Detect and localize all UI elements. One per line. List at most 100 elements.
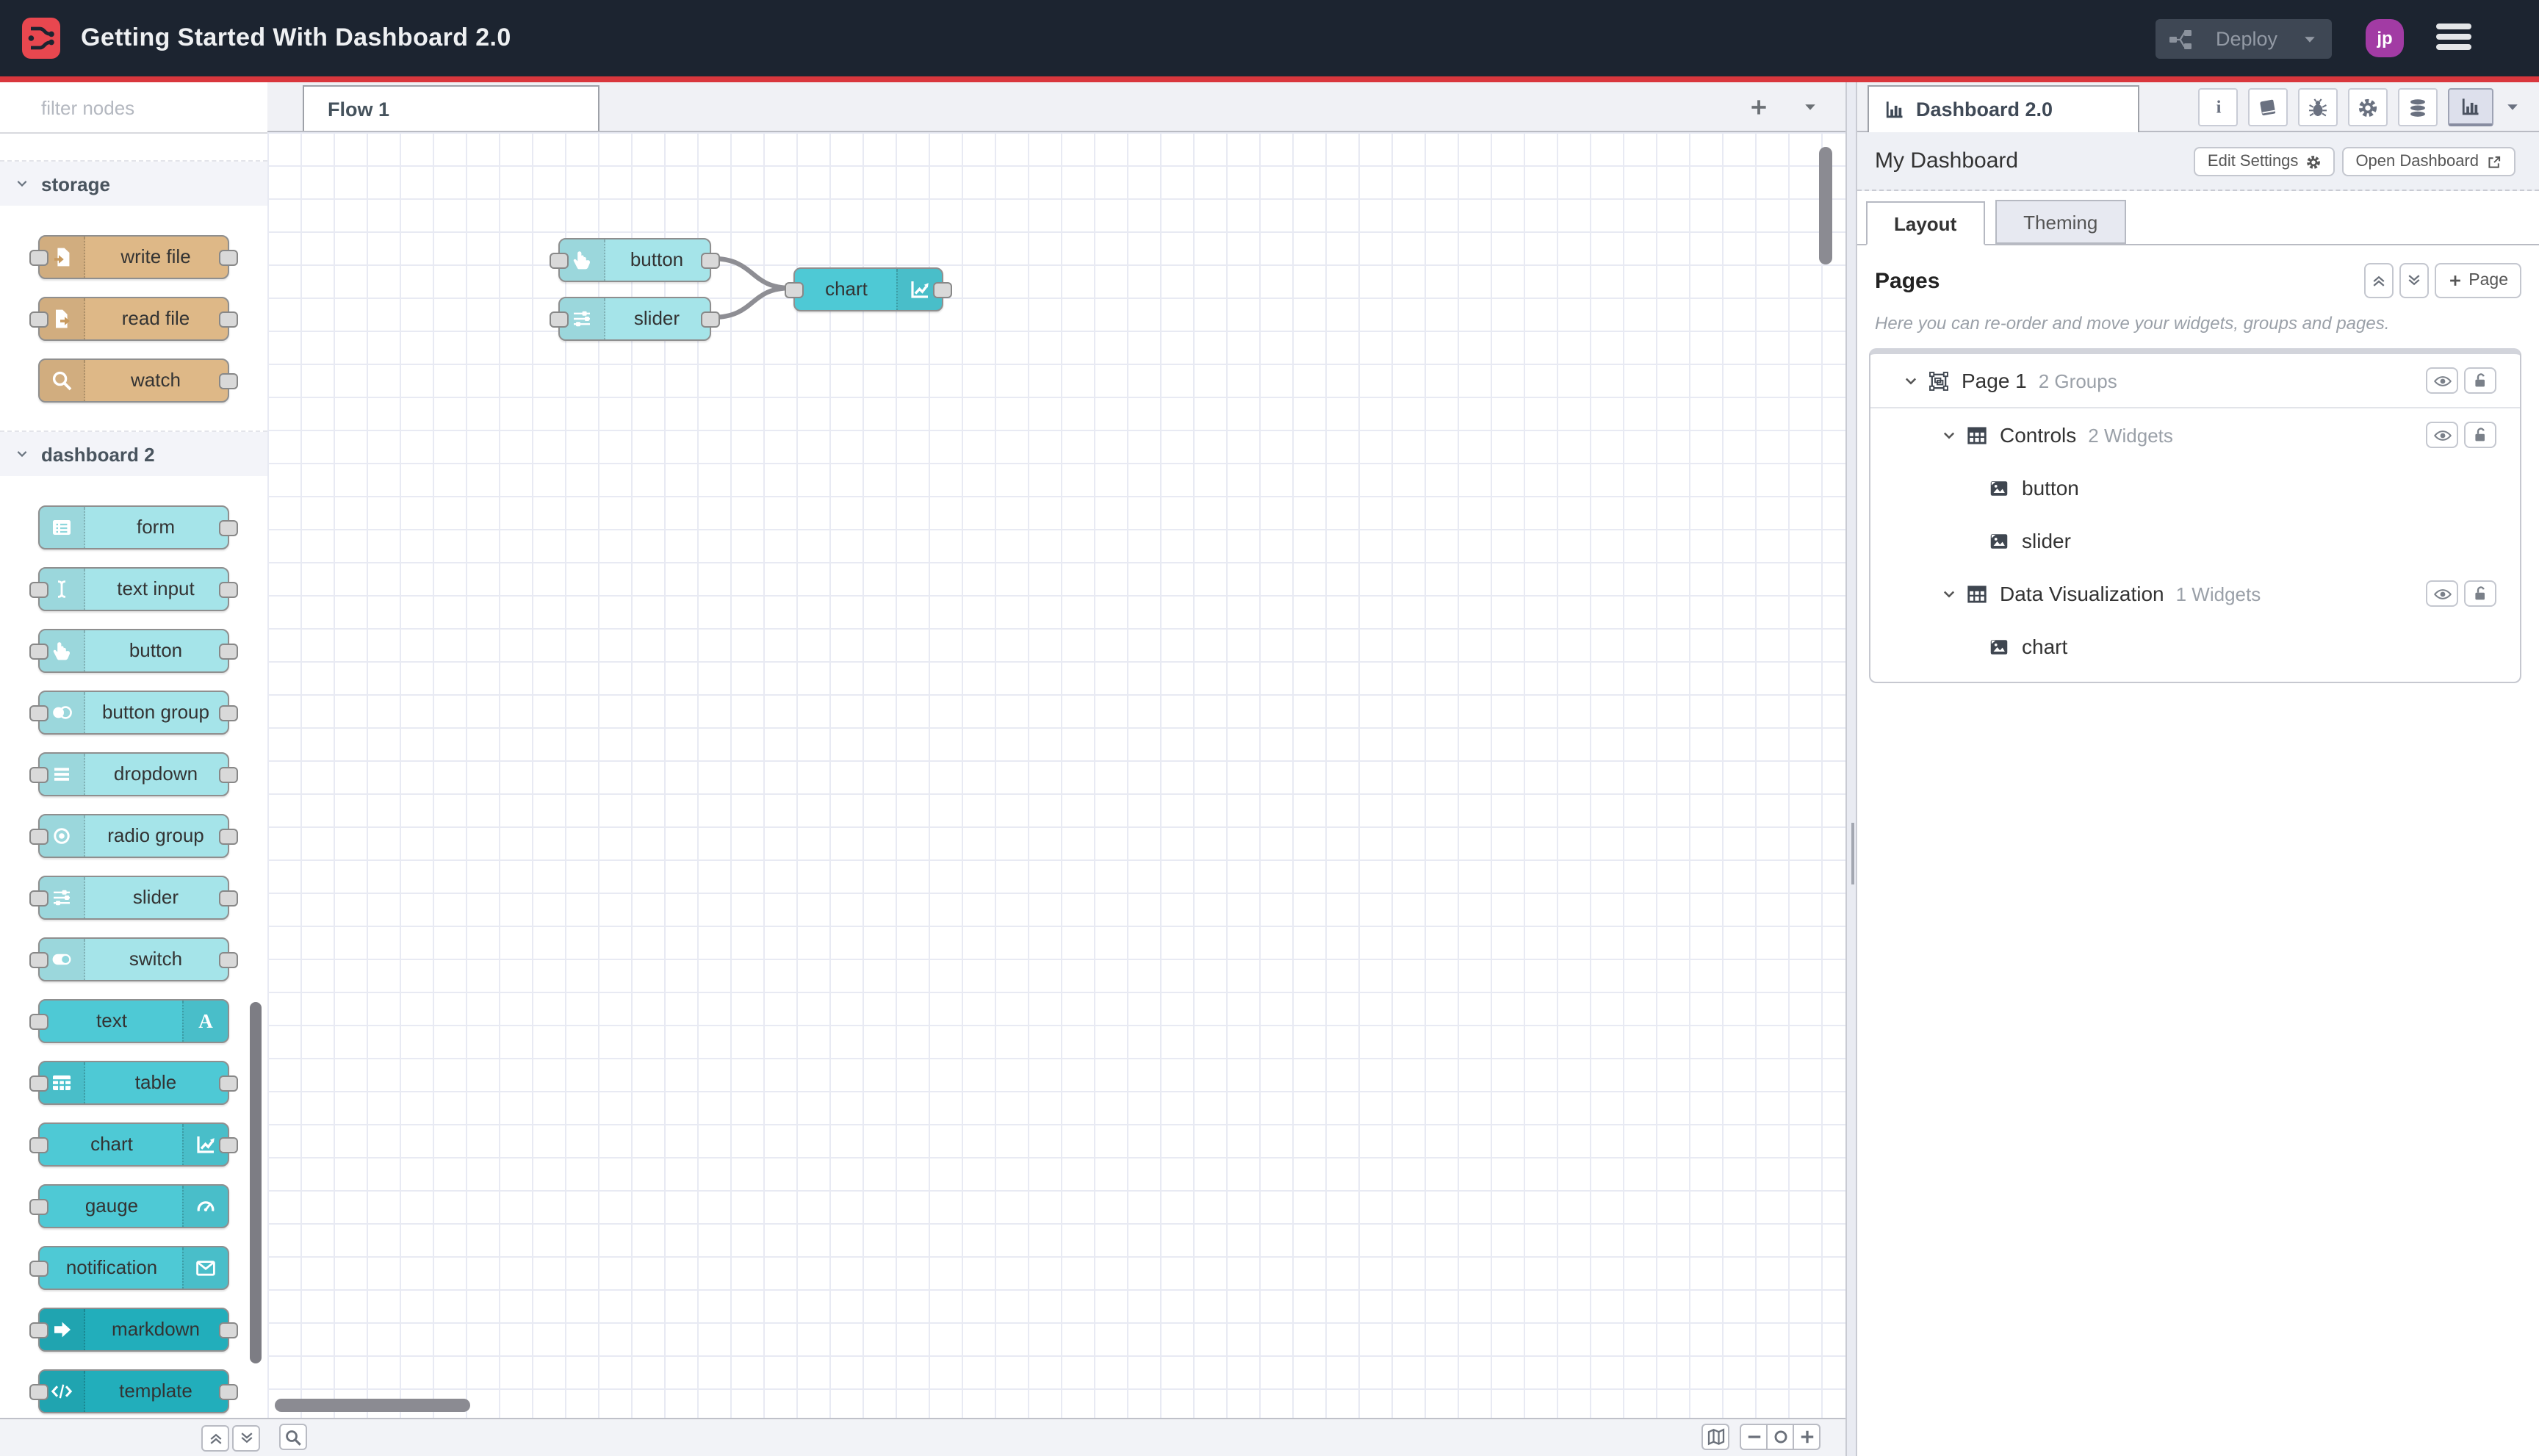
input-port[interactable] — [29, 704, 48, 721]
palette-scrollbar[interactable] — [250, 1002, 262, 1363]
palette-node-text[interactable]: Atext — [29, 999, 229, 1043]
canvas-node-slider[interactable]: slider — [550, 297, 720, 341]
output-port[interactable] — [219, 249, 238, 265]
add-flow-button[interactable] — [1749, 82, 1769, 131]
palette-category-header[interactable]: storage — [0, 162, 267, 206]
output-port[interactable] — [219, 519, 238, 536]
palette-node-table[interactable]: table — [29, 1061, 238, 1105]
output-port[interactable] — [219, 1322, 238, 1338]
input-port[interactable] — [29, 1013, 48, 1029]
palette-node-read-file[interactable]: read file — [29, 297, 238, 341]
expand-pages-button[interactable] — [2399, 263, 2430, 298]
palette-node-notification[interactable]: notification — [29, 1246, 229, 1290]
input-port[interactable] — [29, 1075, 48, 1091]
zoom-in-button[interactable] — [1793, 1424, 1820, 1450]
palette-node-slider[interactable]: slider — [29, 876, 238, 920]
context-tab-button[interactable] — [2398, 88, 2438, 126]
input-port[interactable] — [29, 643, 48, 659]
input-port[interactable] — [29, 1322, 48, 1338]
input-port[interactable] — [550, 311, 569, 327]
chevron-down-icon[interactable] — [1941, 427, 1957, 443]
sidebar-menu-caret[interactable] — [2504, 98, 2521, 116]
deploy-button[interactable]: Deploy — [2156, 19, 2332, 59]
zoom-out-button[interactable] — [1740, 1424, 1768, 1450]
lock-button[interactable] — [2464, 367, 2496, 394]
input-port[interactable] — [785, 281, 804, 298]
visibility-button[interactable] — [2426, 580, 2458, 607]
canvas-vscrollbar[interactable] — [1819, 147, 1832, 264]
tree-row-slider[interactable]: slider — [1870, 514, 2520, 567]
tree-row-Page-1[interactable]: Page 1 2 Groups — [1870, 354, 2520, 408]
search-flows-button[interactable] — [279, 1424, 307, 1450]
output-port[interactable] — [219, 643, 238, 659]
output-port[interactable] — [701, 311, 720, 327]
chevron-down-icon[interactable] — [1903, 372, 1919, 389]
expand-all-button[interactable] — [232, 1424, 260, 1451]
palette-node-text-input[interactable]: text input — [29, 567, 238, 611]
input-port[interactable] — [29, 1383, 48, 1399]
palette-category-header[interactable]: dashboard 2 — [0, 432, 267, 476]
input-port[interactable] — [29, 581, 48, 597]
output-port[interactable] — [219, 951, 238, 967]
visibility-button[interactable] — [2426, 367, 2458, 394]
debug-tab-button[interactable] — [2298, 88, 2338, 126]
visibility-button[interactable] — [2426, 422, 2458, 448]
input-port[interactable] — [29, 1260, 48, 1276]
tab-flow-1[interactable]: Flow 1 — [303, 85, 599, 131]
input-port[interactable] — [29, 890, 48, 906]
dashboard-tab-button[interactable] — [2448, 88, 2493, 126]
help-tab-button[interactable] — [2248, 88, 2288, 126]
chevron-down-icon[interactable] — [1941, 585, 1957, 602]
input-port[interactable] — [29, 249, 48, 265]
output-port[interactable] — [219, 1075, 238, 1091]
palette-node-markdown[interactable]: markdown — [29, 1308, 238, 1352]
flow-list-button[interactable] — [1801, 82, 1819, 131]
flow-canvas[interactable]: button slider chart — [267, 132, 1845, 1418]
navigator-button[interactable] — [1701, 1424, 1729, 1450]
collapse-all-button[interactable] — [201, 1424, 229, 1451]
input-port[interactable] — [29, 951, 48, 967]
palette-node-radio-group[interactable]: radio group — [29, 814, 238, 858]
canvas-node-button[interactable]: button — [550, 238, 720, 282]
deploy-caret-icon[interactable] — [2301, 30, 2319, 48]
config-tab-button[interactable] — [2348, 88, 2388, 126]
lock-button[interactable] — [2464, 422, 2496, 448]
input-port[interactable] — [29, 1198, 48, 1214]
output-port[interactable] — [219, 704, 238, 721]
palette-node-gauge[interactable]: gauge — [29, 1184, 229, 1228]
input-port[interactable] — [29, 828, 48, 844]
palette-node-template[interactable]: template — [29, 1369, 238, 1413]
main-menu-button[interactable] — [2436, 24, 2471, 54]
output-port[interactable] — [219, 766, 238, 782]
info-tab-button[interactable]: i — [2198, 88, 2238, 126]
input-port[interactable] — [29, 311, 48, 327]
palette-node-form[interactable]: form — [38, 505, 238, 549]
add-page-button[interactable]: Page — [2435, 263, 2521, 298]
palette-node-switch[interactable]: switch — [29, 937, 238, 981]
output-port[interactable] — [219, 1383, 238, 1399]
output-port[interactable] — [219, 311, 238, 327]
tree-row-Data-Visualization[interactable]: Data Visualization 1 Widgets — [1870, 567, 2520, 620]
zoom-reset-button[interactable] — [1766, 1424, 1794, 1450]
tree-row-button[interactable]: button — [1870, 461, 2520, 514]
lock-button[interactable] — [2464, 580, 2496, 607]
user-avatar[interactable]: jp — [2366, 19, 2404, 57]
input-port[interactable] — [550, 252, 569, 268]
output-port[interactable] — [219, 828, 238, 844]
output-port[interactable] — [219, 1136, 238, 1153]
sidebar-splitter[interactable] — [1845, 82, 1857, 1456]
palette-node-watch[interactable]: watch — [38, 358, 238, 403]
canvas-node-chart[interactable]: chart — [785, 267, 952, 311]
input-port[interactable] — [29, 1136, 48, 1153]
output-port[interactable] — [219, 372, 238, 389]
open-dashboard-button[interactable]: Open Dashboard — [2342, 147, 2515, 176]
output-port[interactable] — [219, 581, 238, 597]
tree-row-chart[interactable]: chart — [1870, 620, 2520, 673]
tab-layout[interactable]: Layout — [1866, 201, 1985, 245]
collapse-pages-button[interactable] — [2364, 263, 2394, 298]
palette-node-dropdown[interactable]: dropdown — [29, 752, 238, 796]
output-port[interactable] — [701, 252, 720, 268]
palette-node-write-file[interactable]: write file — [29, 235, 238, 279]
tab-theming[interactable]: Theming — [1995, 200, 2126, 244]
palette-node-button-group[interactable]: button group — [29, 691, 238, 735]
